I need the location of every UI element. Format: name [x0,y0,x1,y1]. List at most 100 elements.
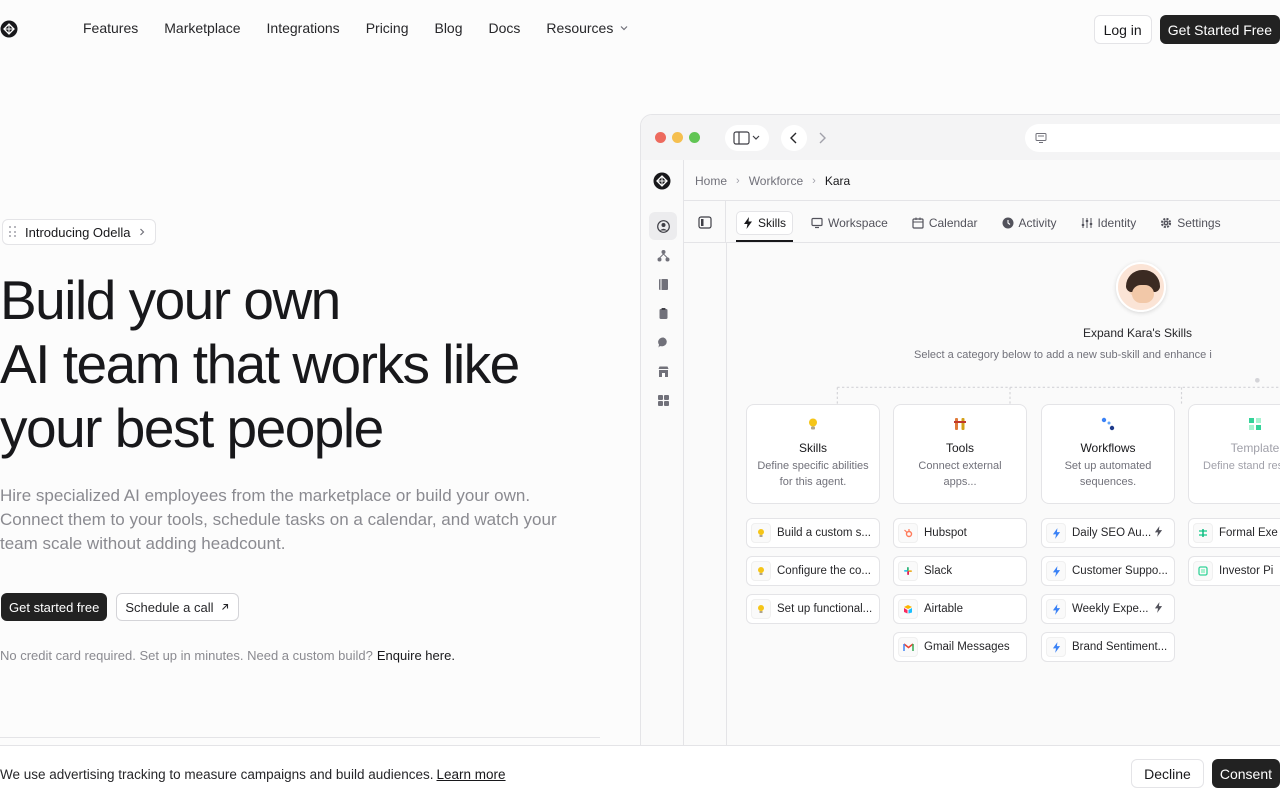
enquire-link[interactable]: Enquire here. [377,648,455,663]
tool-item-gmail[interactable]: Gmail Messages [893,632,1027,662]
lightbulb-icon [751,523,771,543]
breadcrumb-current: Kara [824,174,851,188]
tool-item-hubspot[interactable]: Hubspot [893,518,1027,548]
nav-link-resources[interactable]: Resources [546,20,629,36]
card-description: Define stand respons [1203,460,1280,472]
category-card-tools[interactable]: Tools Connect external apps... [893,404,1027,504]
tools-icon [952,417,968,433]
card-title: Workflows [1080,441,1136,455]
sidebar-store-button[interactable] [649,357,677,385]
breadcrumb-home[interactable]: Home [695,174,727,188]
window-titlebar [641,115,1280,160]
workflow-item[interactable]: Weekly Expe... [1041,594,1175,624]
odella-logo-icon[interactable] [653,172,671,190]
card-title: Tools [945,441,974,455]
sidebar-apps-button[interactable] [649,386,677,414]
workflow-item[interactable]: Daily SEO Au... [1041,518,1175,548]
calendar-icon [912,217,924,229]
nav-link-integrations[interactable]: Integrations [267,20,340,36]
template-item[interactable]: Formal Exe [1188,518,1280,548]
hero-title-line-1: Build your own [0,269,341,331]
template-item-label: Formal Exe [1219,527,1278,539]
tab-skills[interactable]: Skills [736,211,794,242]
cookie-actions: Decline Consent [1131,759,1280,788]
address-bar[interactable] [1025,124,1280,152]
tool-item-airtable[interactable]: Airtable [893,594,1027,624]
introducing-pill[interactable]: Introducing Odella [2,219,156,245]
nav-link-blog[interactable]: Blog [434,20,462,36]
app-main: Home › Workforce › Kara Skills Workspace [684,160,1280,763]
lightbulb-icon [805,417,821,433]
tab-settings-label: Settings [1177,216,1221,230]
divider [0,737,600,738]
get-started-free-button[interactable]: Get Started Free [1159,15,1280,44]
sidebar-layout-icon [733,131,760,145]
sidebar-org-button[interactable] [649,241,677,269]
tab-skills-label: Skills [758,216,787,230]
sidebar-docs-button[interactable] [649,270,677,298]
nav-link-resources-label: Resources [546,20,614,36]
cookie-banner: We use advertising tracking to measure c… [0,745,1280,800]
nav-link-docs[interactable]: Docs [489,20,521,36]
sidebar-profile-button[interactable] [649,212,677,240]
monitor-icon [811,217,823,229]
agent-avatar [1116,262,1166,312]
consent-button[interactable]: Consent [1211,759,1280,788]
breadcrumb-separator-icon: › [736,175,740,187]
template-icon [1193,523,1213,543]
get-started-free-cta[interactable]: Get started free [1,593,108,621]
nav-link-pricing[interactable]: Pricing [366,20,409,36]
panel-toggle-button[interactable] [684,201,726,243]
workflow-item-label: Daily SEO Au... [1072,527,1152,539]
workflow-item[interactable]: Customer Suppo... [1041,556,1175,586]
hero-cta-row: Get started free Schedule a call [1,593,239,621]
card-description: Set up automated sequences. [1064,460,1152,488]
learn-more-link[interactable]: Learn more [437,767,506,782]
breadcrumb-workforce[interactable]: Workforce [749,174,803,188]
sidebar-clipboard-button[interactable] [649,299,677,327]
category-card-workflows[interactable]: Workflows Set up automated sequences. [1041,404,1175,504]
schedule-call-label: Schedule a call [125,599,214,615]
nav-link-features[interactable]: Features [83,20,138,36]
chevron-right-icon [819,132,826,144]
card-description: Connect external apps... [918,460,1002,488]
tab-activity[interactable]: Activity [996,211,1063,235]
tab-settings[interactable]: Settings [1154,211,1226,235]
clock-icon [1002,217,1014,229]
login-button[interactable]: Log in [1093,15,1152,44]
lightbulb-icon [751,561,771,581]
top-nav: Features Marketplace Integrations Pricin… [0,0,1280,58]
airtable-icon [898,599,918,619]
category-card-skills[interactable]: Skills Define specific abilities for thi… [746,404,880,504]
chat-icon [657,336,667,347]
tab-workspace[interactable]: Workspace [805,211,894,235]
tool-item-slack[interactable]: Slack [893,556,1027,586]
back-button[interactable] [781,125,807,151]
bolt-icon [1154,526,1168,540]
skill-item[interactable]: Set up functional... [746,594,880,624]
nav-link-marketplace[interactable]: Marketplace [164,20,240,36]
hero-title: Build your own AI team that works like y… [0,268,620,460]
workflow-item[interactable]: Brand Sentiment... [1041,632,1175,662]
sidebar-chat-button[interactable] [649,328,677,356]
tab-calendar[interactable]: Calendar [906,211,984,235]
sidebar-toggle-button[interactable] [725,125,769,151]
template-item[interactable]: Investor Pi [1188,556,1280,586]
category-card-templates[interactable]: Template Define stand respons [1188,404,1280,504]
schedule-call-button[interactable]: Schedule a call [116,593,239,621]
slack-icon [898,561,918,581]
workflow-item-label: Brand Sentiment... [1072,641,1168,653]
skill-item[interactable]: Configure the co... [746,556,880,586]
chevron-right-icon [139,228,144,236]
hubspot-icon [898,523,918,543]
card-title: Template [1230,441,1280,455]
tool-item-label: Airtable [924,603,963,615]
tab-identity[interactable]: Identity [1075,211,1143,235]
app-sidebar [641,160,684,763]
skill-item[interactable]: Build a custom s... [746,518,880,548]
breadcrumb-separator-icon: › [812,175,816,187]
odella-logo-icon[interactable] [0,20,18,38]
forward-button[interactable] [809,125,835,151]
expand-skills-subtitle: Select a category below to add a new sub… [914,349,1212,361]
decline-button[interactable]: Decline [1131,759,1204,788]
